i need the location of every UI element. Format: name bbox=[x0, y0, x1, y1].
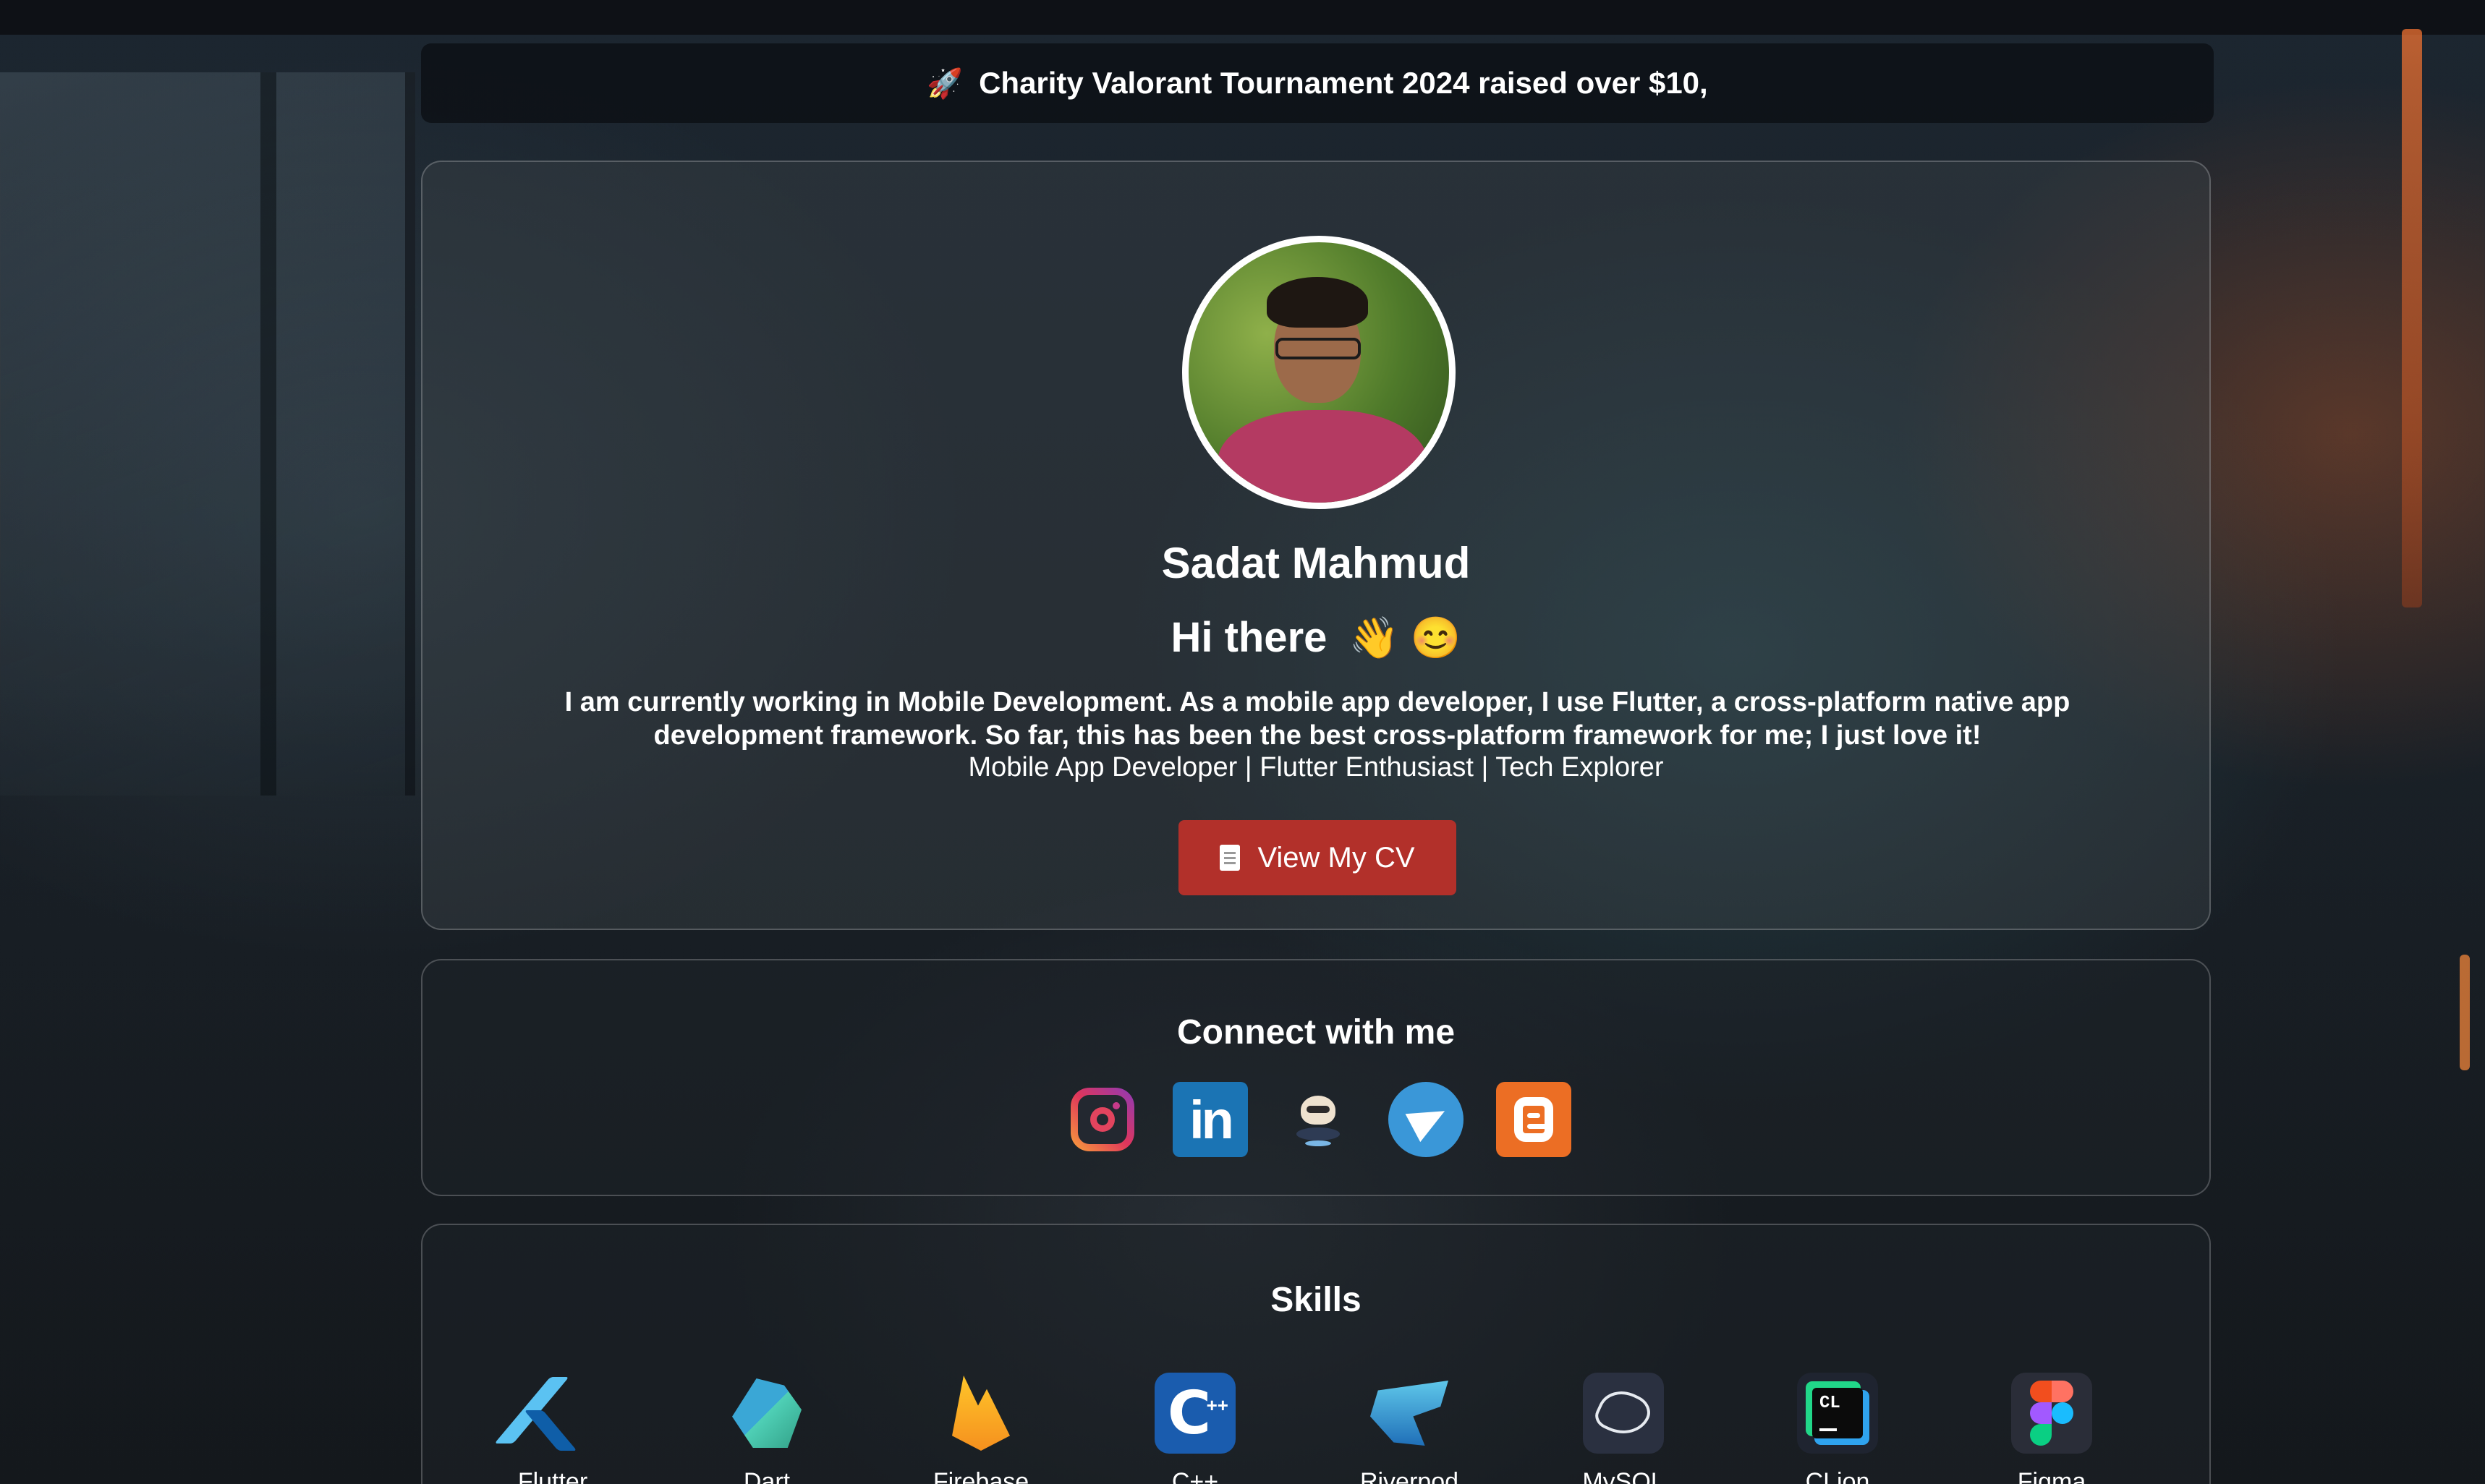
rocket-icon: 🚀 bbox=[927, 67, 964, 100]
skill-label: CLion bbox=[1805, 1468, 1870, 1484]
dart-icon bbox=[726, 1373, 807, 1454]
document-icon bbox=[1220, 845, 1241, 871]
skill-label: Riverpod bbox=[1359, 1468, 1459, 1484]
profile-card: Sadat Mahmud Hi there 👋 😊 I am currently… bbox=[421, 161, 2211, 930]
profile-name: Sadat Mahmud bbox=[1161, 539, 1471, 587]
background-light bbox=[2402, 29, 2422, 607]
riverpod-icon bbox=[1369, 1373, 1450, 1454]
instagram-icon[interactable] bbox=[1065, 1082, 1140, 1157]
top-bar bbox=[0, 0, 2485, 35]
connect-title: Connect with me bbox=[1176, 1013, 1456, 1052]
skill-figma[interactable]: Figma bbox=[1979, 1373, 2124, 1484]
view-cv-label: View My CV bbox=[1257, 841, 1415, 874]
greeting-heading: Hi there 👋 😊 bbox=[422, 613, 2209, 662]
greeting-text: Hi there bbox=[1171, 614, 1328, 661]
github-icon[interactable] bbox=[1280, 1082, 1356, 1157]
linkedin-icon[interactable]: in bbox=[1173, 1082, 1248, 1157]
skill-label: Figma bbox=[2017, 1468, 2086, 1484]
skills-title: Skills bbox=[1270, 1281, 1362, 1319]
firebase-icon bbox=[940, 1373, 1021, 1454]
mysql-icon bbox=[1583, 1373, 1664, 1454]
banner-text: Charity Valorant Tournament 2024 raised … bbox=[979, 66, 1708, 100]
social-links: in bbox=[1065, 1082, 1571, 1157]
telegram-icon[interactable] bbox=[1388, 1082, 1464, 1157]
connect-card: Connect with me in bbox=[421, 959, 2211, 1196]
skill-label: Dart bbox=[743, 1468, 791, 1484]
figma-icon bbox=[2011, 1373, 2092, 1454]
flutter-icon bbox=[494, 1373, 593, 1454]
background-window bbox=[0, 72, 415, 796]
cpp-icon: C ++ bbox=[1155, 1373, 1236, 1454]
blogger-icon[interactable] bbox=[1496, 1082, 1571, 1157]
skill-clion[interactable]: CL CLion bbox=[1765, 1373, 1910, 1484]
clion-icon: CL bbox=[1797, 1373, 1878, 1454]
tagline: Mobile App Developer | Flutter Enthusias… bbox=[968, 752, 1664, 782]
skills-list: Flutter Dart Firebase C ++ C++ Riverpod … bbox=[480, 1373, 2159, 1484]
skills-card: Skills Flutter Dart Firebase C ++ C++ Ri… bbox=[421, 1224, 2211, 1484]
skill-label: MySQL bbox=[1582, 1468, 1665, 1484]
announcement-banner: 🚀 Charity Valorant Tournament 2024 raise… bbox=[421, 43, 2214, 123]
skill-label: Firebase bbox=[933, 1468, 1029, 1484]
skill-firebase[interactable]: Firebase bbox=[909, 1373, 1053, 1484]
avatar bbox=[1182, 236, 1456, 509]
skill-label: C++ bbox=[1171, 1468, 1219, 1484]
background-light-small bbox=[2460, 955, 2470, 1070]
view-cv-button[interactable]: View My CV bbox=[1178, 820, 1456, 895]
skill-riverpod[interactable]: Riverpod bbox=[1337, 1373, 1482, 1484]
skill-cpp[interactable]: C ++ C++ bbox=[1123, 1373, 1267, 1484]
skill-mysql[interactable]: MySQL bbox=[1551, 1373, 1696, 1484]
skill-flutter[interactable]: Flutter bbox=[480, 1373, 625, 1484]
wave-smile-emoji-icon: 👋 😊 bbox=[1348, 615, 1461, 660]
skill-label: Flutter bbox=[517, 1468, 588, 1484]
skill-dart[interactable]: Dart bbox=[694, 1373, 839, 1484]
bio-text: I am currently working in Mobile Develop… bbox=[564, 687, 2070, 751]
